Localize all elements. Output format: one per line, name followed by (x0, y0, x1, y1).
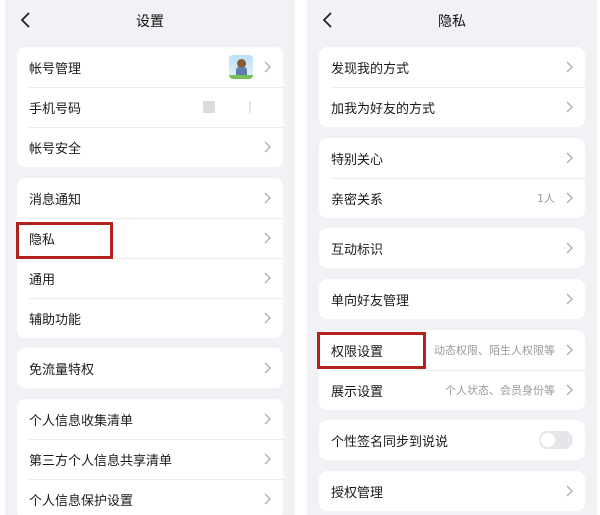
privacy-item-label: 特别关心 (331, 153, 384, 168)
settings-item-info-protection-settings[interactable]: 个人信息保护设置 (17, 479, 283, 515)
privacy-item-label: 互动标识 (331, 243, 384, 258)
privacy-item-one-way-friends[interactable]: 单向好友管理 (319, 279, 585, 319)
privacy-group-permissions: 权限设置 动态权限、陌生人权限等 展示设置 个人状态、会员身份等 (319, 330, 585, 410)
chevron-right-icon (264, 61, 271, 73)
chevron-right-icon (264, 413, 271, 425)
chevron-right-icon (566, 344, 573, 356)
settings-item-label: 免流量特权 (29, 363, 95, 378)
privacy-group-signature: 个性签名同步到说说 (319, 420, 585, 460)
chevron-right-icon (566, 485, 573, 497)
chevron-right-icon (566, 61, 573, 73)
masked-phone-value (203, 101, 215, 113)
privacy-item-label: 个性签名同步到说说 (331, 435, 449, 450)
masked-phone-value-end (249, 101, 251, 113)
privacy-group-one-way: 单向好友管理 (319, 279, 585, 319)
settings-group-general: 消息通知 隐私 通用 辅助功能 (17, 178, 283, 338)
settings-screen: 设置 帐号管理 手机号码 帐号安全 消息通知 隐私 通用 辅助功能 免流量特权 … (5, 0, 295, 515)
privacy-item-label: 加我为好友的方式 (331, 102, 436, 117)
privacy-group-authorization: 授权管理 (319, 471, 585, 511)
settings-item-label: 第三方个人信息共享清单 (29, 454, 173, 469)
chevron-right-icon (264, 272, 271, 284)
privacy-group-discover: 发现我的方式 加我为好友的方式 (319, 47, 585, 127)
settings-item-label: 个人信息保护设置 (29, 494, 134, 509)
privacy-item-label: 亲密关系 (331, 193, 384, 208)
chevron-right-icon (264, 192, 271, 204)
privacy-group-interaction: 互动标识 (319, 228, 585, 268)
chevron-right-icon (264, 312, 271, 324)
settings-item-phone-number[interactable]: 手机号码 (17, 87, 283, 127)
privacy-item-special-care[interactable]: 特别关心 (319, 138, 585, 178)
privacy-item-display-settings[interactable]: 展示设置 个人状态、会员身份等 (319, 370, 585, 410)
display-settings-summary: 个人状态、会员身份等 (445, 384, 555, 397)
privacy-screen: 隐私 发现我的方式 加我为好友的方式 特别关心 亲密关系 1人 互动标识 单向好 (307, 0, 597, 515)
page-title: 设置 (136, 14, 164, 30)
settings-item-label: 辅助功能 (29, 313, 82, 328)
privacy-item-label: 授权管理 (331, 486, 384, 501)
privacy-item-interaction-badges[interactable]: 互动标识 (319, 228, 585, 268)
settings-item-account-security[interactable]: 帐号安全 (17, 127, 283, 167)
chevron-right-icon (566, 384, 573, 396)
chevron-right-icon (566, 293, 573, 305)
chevron-right-icon (566, 242, 573, 254)
settings-group-data: 免流量特权 (17, 348, 283, 388)
permission-settings-summary: 动态权限、陌生人权限等 (434, 344, 555, 357)
settings-item-info-collection-list[interactable]: 个人信息收集清单 (17, 399, 283, 439)
avatar (229, 55, 253, 79)
intimate-relations-count: 1人 (537, 192, 555, 205)
settings-item-notifications[interactable]: 消息通知 (17, 178, 283, 218)
settings-item-privacy[interactable]: 隐私 (17, 218, 283, 258)
settings-item-label: 个人信息收集清单 (29, 414, 134, 429)
settings-item-label: 通用 (29, 273, 56, 288)
chevron-right-icon (264, 453, 271, 465)
settings-item-third-party-sharing-list[interactable]: 第三方个人信息共享清单 (17, 439, 283, 479)
settings-item-label: 手机号码 (29, 102, 82, 117)
privacy-item-label: 单向好友管理 (331, 294, 410, 309)
privacy-item-label: 权限设置 (331, 345, 384, 360)
settings-item-label: 帐号管理 (29, 62, 82, 77)
chevron-right-icon (264, 493, 271, 505)
settings-group-account: 帐号管理 手机号码 帐号安全 (17, 47, 283, 167)
privacy-item-label: 展示设置 (331, 385, 384, 400)
signature-sync-toggle[interactable] (539, 431, 573, 449)
settings-item-general[interactable]: 通用 (17, 258, 283, 298)
chevron-right-icon (566, 152, 573, 164)
chevron-right-icon (566, 192, 573, 204)
settings-group-personal-info: 个人信息收集清单 第三方个人信息共享清单 个人信息保护设置 (17, 399, 283, 515)
privacy-item-permission-settings[interactable]: 权限设置 动态权限、陌生人权限等 (319, 330, 585, 370)
privacy-header: 隐私 (307, 0, 597, 40)
privacy-item-add-friend-methods[interactable]: 加我为好友的方式 (319, 87, 585, 127)
privacy-item-label: 发现我的方式 (331, 62, 410, 77)
settings-header: 设置 (5, 0, 295, 40)
privacy-item-intimate-relations[interactable]: 亲密关系 1人 (319, 178, 585, 218)
privacy-group-relations: 特别关心 亲密关系 1人 (319, 138, 585, 218)
settings-item-accessibility[interactable]: 辅助功能 (17, 298, 283, 338)
privacy-item-signature-sync: 个性签名同步到说说 (319, 420, 585, 460)
page-title: 隐私 (438, 14, 466, 30)
privacy-item-authorization-management[interactable]: 授权管理 (319, 471, 585, 511)
chevron-right-icon (264, 141, 271, 153)
settings-item-account-management[interactable]: 帐号管理 (17, 47, 283, 87)
chevron-right-icon (264, 232, 271, 244)
chevron-right-icon (264, 362, 271, 374)
settings-item-label: 隐私 (29, 233, 56, 248)
settings-item-label: 消息通知 (29, 193, 82, 208)
privacy-item-find-me[interactable]: 发现我的方式 (319, 47, 585, 87)
settings-item-free-data[interactable]: 免流量特权 (17, 348, 283, 388)
settings-item-label: 帐号安全 (29, 142, 82, 157)
chevron-right-icon (566, 101, 573, 113)
toggle-knob (541, 433, 555, 447)
